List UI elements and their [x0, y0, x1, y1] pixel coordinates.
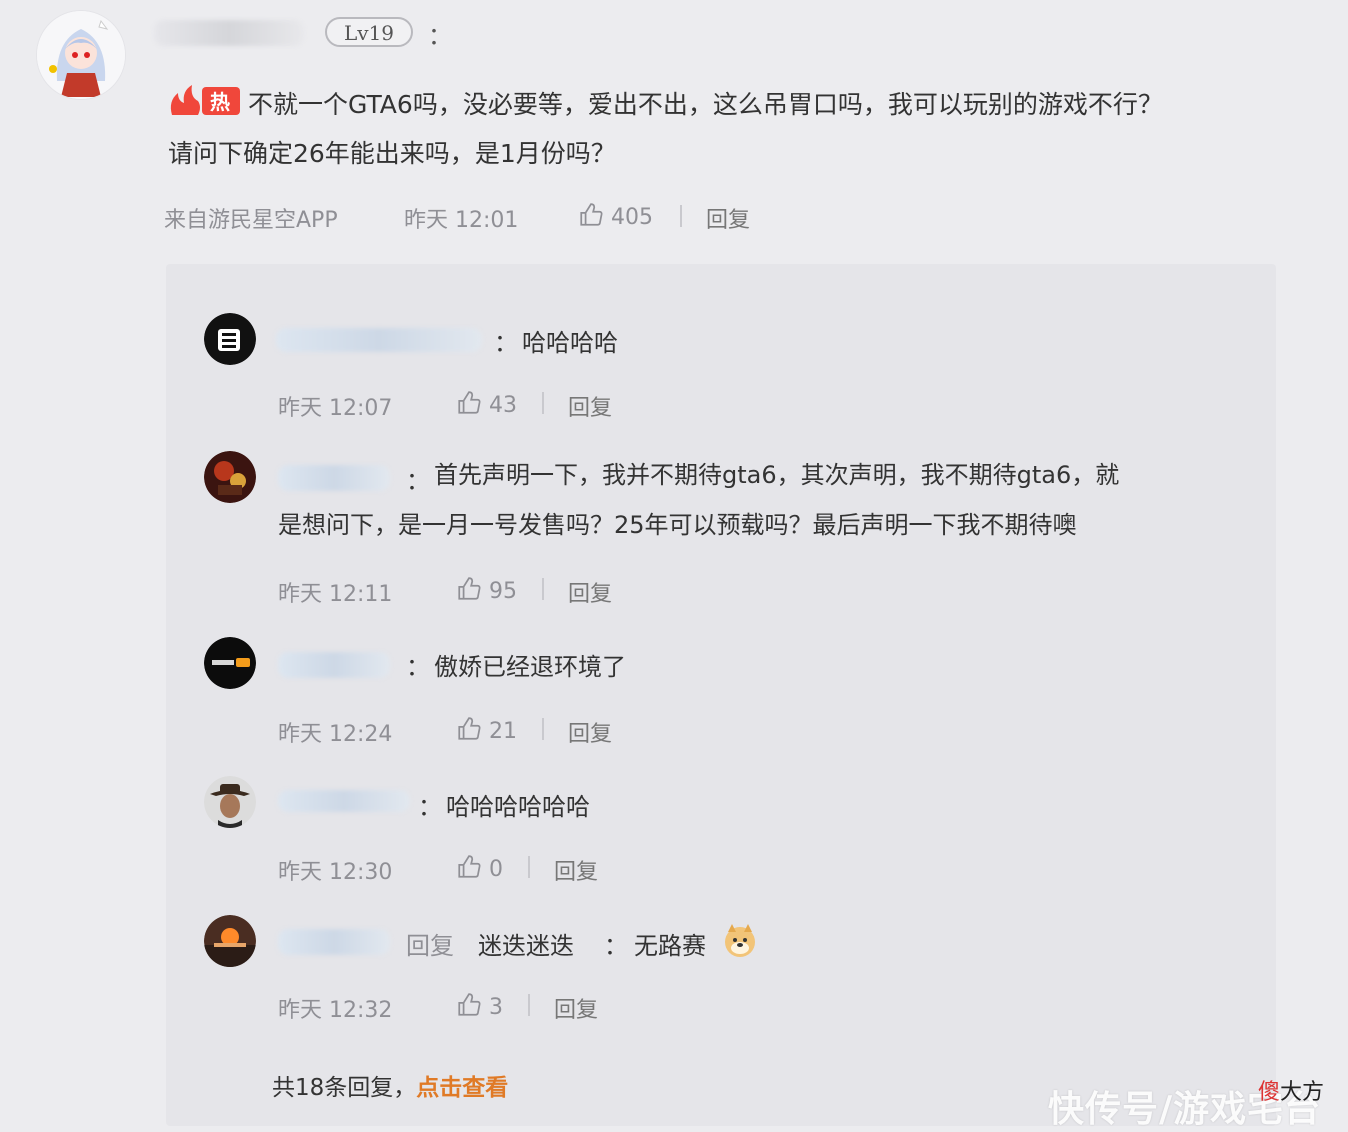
thumbs-up-icon	[580, 203, 603, 226]
thumbs-up-icon	[458, 391, 481, 414]
name-colon: ：	[428, 22, 452, 50]
reply-like-button[interactable]: 21	[456, 716, 517, 744]
logo-avatar-icon	[204, 637, 256, 689]
divider	[528, 994, 530, 1016]
reply-text: 首先声明一下，我并不期待gta6，其次声明，我不期待gta6，就 是想问下，是一…	[278, 450, 1248, 550]
reply-colon: ：	[494, 329, 518, 357]
reply-username-blurred[interactable]	[276, 328, 482, 352]
divider	[542, 718, 544, 740]
username-blurred[interactable]	[154, 20, 304, 46]
level-badge: Lv19	[325, 17, 413, 47]
reply-time: 昨天 12:32	[278, 998, 393, 1023]
reply-like-count: 21	[489, 719, 517, 744]
anime-avatar-icon	[37, 11, 125, 99]
reply-reply-button[interactable]: 回复	[568, 716, 612, 748]
comment-text: 不就一个GTA6吗，没必要等，爱出不出，这么吊胃口吗，我可以玩别的游戏不行？ 请…	[168, 80, 1288, 178]
watermark-author-first: 傻	[1258, 1080, 1281, 1105]
reply-like-count: 95	[489, 579, 517, 604]
box-logo-icon	[204, 313, 256, 365]
reply-colon: ：	[604, 932, 628, 960]
reply-avatar[interactable]	[204, 313, 256, 365]
thumbs-up-icon	[458, 717, 481, 740]
reply-time: 昨天 12:30	[278, 860, 393, 885]
reply-text: 哈哈哈哈哈哈	[446, 793, 590, 821]
comment-source: 来自游民星空APP	[164, 208, 338, 233]
doge-face-icon	[725, 924, 755, 957]
reply-to-label: 回复	[406, 932, 454, 960]
divider	[542, 578, 544, 600]
reply-time: 昨天 12:07	[278, 396, 393, 421]
watermark-author-rest: 大方	[1280, 1080, 1325, 1105]
reply-reply-button[interactable]: 回复	[568, 576, 612, 608]
reply-username-blurred[interactable]	[278, 929, 390, 955]
reply-time: 昨天 12:11	[278, 582, 393, 607]
reply-time: 昨天 12:24	[278, 722, 393, 747]
divider	[542, 392, 544, 414]
reply-text-line-1: 首先声明一下，我并不期待gta6，其次声明，我不期待gta6，就	[434, 461, 1120, 489]
like-button[interactable]: 405	[578, 202, 653, 230]
reply-text: 无路赛	[634, 932, 706, 960]
reply-count-footer: 共18条回复，点击查看	[272, 1068, 508, 1102]
sunset-avatar-icon	[204, 915, 256, 967]
comment-time: 昨天 12:01	[404, 208, 519, 233]
reply-avatar[interactable]	[204, 776, 256, 828]
reply-reply-button[interactable]: 回复	[554, 854, 598, 886]
reply-text: 哈哈哈哈	[522, 329, 618, 357]
reply-like-button[interactable]: 0	[456, 854, 503, 882]
view-all-replies-link[interactable]: 点击查看	[416, 1075, 508, 1101]
thumbs-up-icon	[458, 993, 481, 1016]
reply-like-count: 0	[489, 857, 503, 882]
game-art-avatar-icon	[204, 451, 256, 503]
thumbs-up-icon	[458, 855, 481, 878]
reply-colon: ：	[406, 653, 430, 681]
watermark-author: 傻大方	[1258, 1074, 1324, 1106]
reply-avatar[interactable]	[204, 915, 256, 967]
thumbs-up-icon	[458, 577, 481, 600]
cowboy-avatar-icon	[204, 776, 256, 828]
reply-username-blurred[interactable]	[278, 790, 410, 812]
reply-like-button[interactable]: 43	[456, 390, 517, 418]
reply-avatar[interactable]	[204, 451, 256, 503]
like-count: 405	[611, 205, 653, 230]
reply-text: 傲娇已经退环境了	[434, 653, 626, 681]
divider	[680, 205, 682, 227]
comment-line-2: 请问下确定26年能出来吗，是1月份吗？	[168, 139, 616, 168]
doge-emoji-icon	[722, 922, 758, 958]
reply-avatar[interactable]	[204, 637, 256, 689]
comment-line-1: 不就一个GTA6吗，没必要等，爱出不出，这么吊胃口吗，我可以玩别的游戏不行？	[248, 90, 1163, 119]
reply-reply-button[interactable]: 回复	[568, 390, 612, 422]
reply-username-blurred[interactable]	[278, 652, 390, 678]
reply-like-count: 43	[489, 393, 517, 418]
reply-count-text: 共18条回复，	[272, 1075, 417, 1101]
reply-target-user[interactable]: 迷迭迷迭	[478, 926, 574, 961]
reply-like-count: 3	[489, 995, 503, 1020]
divider	[528, 856, 530, 878]
reply-like-button[interactable]: 95	[456, 576, 517, 604]
reply-text-line-2: 是想问下，是一月一号发售吗？25年可以预载吗？最后声明一下我不期待噢	[278, 511, 1077, 539]
reply-colon: ：	[418, 793, 442, 821]
reply-like-button[interactable]: 3	[456, 992, 503, 1020]
reply-reply-button[interactable]: 回复	[554, 992, 598, 1024]
reply-button[interactable]: 回复	[706, 202, 750, 234]
user-avatar[interactable]	[36, 10, 126, 100]
